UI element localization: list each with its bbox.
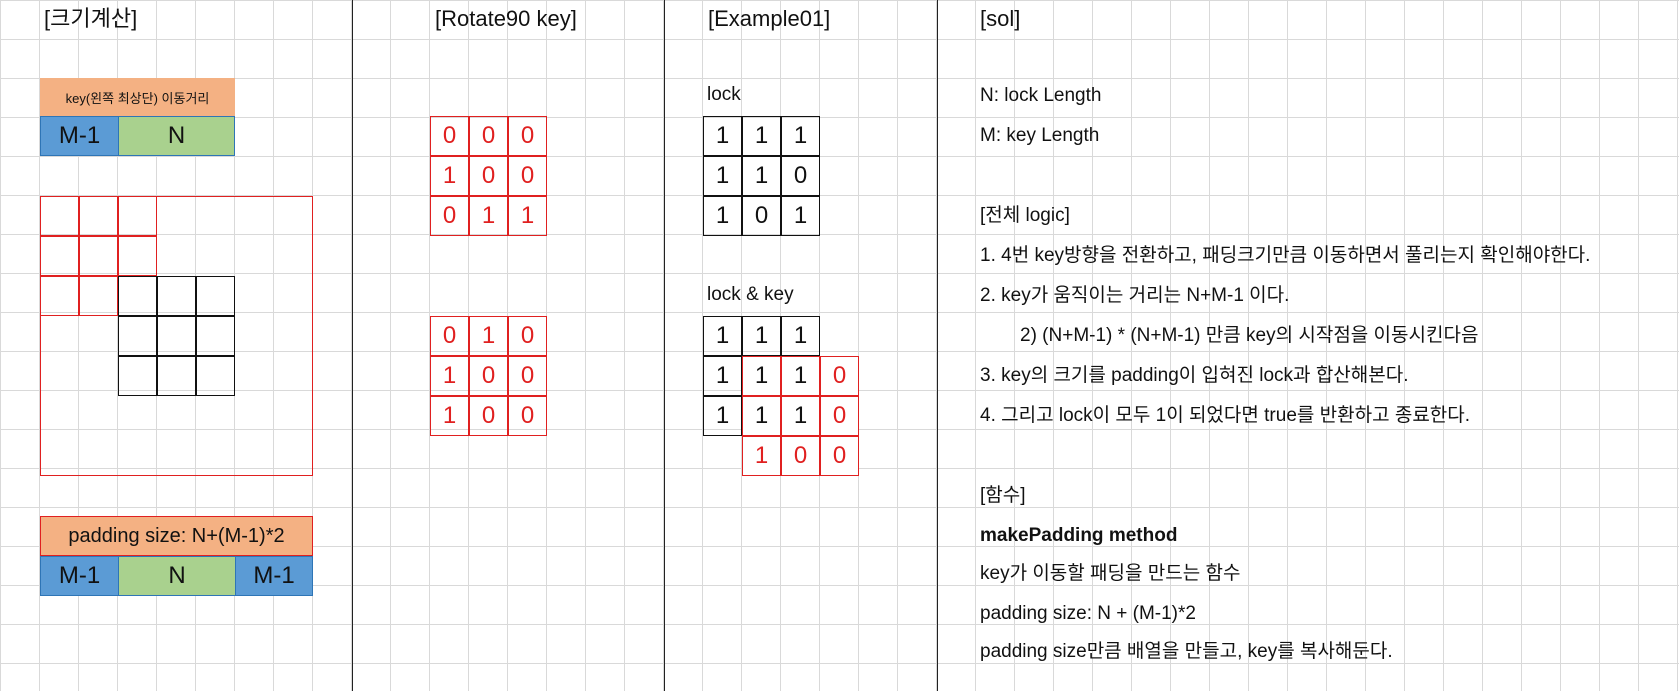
matrix-cell: 0	[469, 396, 508, 436]
rotate-matrix-1: 0 0 0 1 0 0 0 1 1	[430, 116, 547, 236]
matrix-cell: 0	[469, 156, 508, 196]
key-cell	[40, 276, 79, 316]
matrix-cell: 1	[508, 196, 547, 236]
sol-line-n: N: lock Length	[980, 85, 1102, 106]
matrix-cell: 1	[742, 356, 781, 396]
matrix-cell: 0	[820, 356, 859, 396]
lock-cell	[196, 316, 235, 356]
sol-method-name: makePadding method	[980, 525, 1178, 546]
lock-key-label: lock & key	[707, 284, 794, 305]
lock-cell	[118, 356, 157, 396]
key-cell	[40, 196, 79, 236]
lock-cell	[157, 316, 196, 356]
key-cell	[118, 196, 157, 236]
matrix-cell: 0	[430, 196, 469, 236]
matrix-cell: 1	[703, 396, 742, 436]
matrix-cell: 1	[430, 396, 469, 436]
matrix-cell: 1	[781, 116, 820, 156]
matrix-cell: 1	[781, 316, 820, 356]
lock-cell	[157, 276, 196, 316]
bottom-segment-n: N	[119, 556, 235, 596]
lk-key-matrix: 1 1 0 1 1 0 1 0 0	[742, 356, 859, 476]
matrix-cell: 1	[430, 356, 469, 396]
lock-cell	[118, 276, 157, 316]
separator-3	[937, 0, 938, 691]
key-cell	[79, 236, 118, 276]
key-cell	[79, 196, 118, 236]
lock-cell	[118, 316, 157, 356]
matrix-cell: 0	[430, 316, 469, 356]
matrix-cell: 0	[742, 196, 781, 236]
matrix-cell: 0	[508, 316, 547, 356]
header-sol: [sol]	[980, 6, 1021, 31]
lock-label: lock	[707, 84, 741, 105]
matrix-cell: 1	[703, 196, 742, 236]
matrix-cell: 0	[508, 356, 547, 396]
sol-padding-copy: padding size만큼 배열을 만들고, key를 복사해둔다.	[980, 641, 1393, 662]
key-cell	[40, 236, 79, 276]
matrix-cell: 1	[781, 196, 820, 236]
matrix-cell: 0	[820, 396, 859, 436]
lock-cell	[157, 356, 196, 396]
header-size-calc: [크기계산]	[44, 6, 138, 31]
lock-cell	[196, 276, 235, 316]
matrix-cell: 1	[469, 196, 508, 236]
lock-matrix: 1 1 1 1 1 0 1 0 1	[703, 116, 820, 236]
sol-func-header: [함수]	[980, 485, 1026, 506]
matrix-cell: 0	[508, 156, 547, 196]
top-segment-n: N	[119, 116, 235, 156]
bottom-segment-m1-right: M-1	[235, 556, 313, 596]
top-segment-m1: M-1	[40, 116, 119, 156]
matrix-cell: 1	[742, 396, 781, 436]
matrix-cell: 1	[742, 316, 781, 356]
sol-step-2-sub: 2) (N+M-1) * (N+M-1) 만큼 key의 시작점을 이동시킨다음	[1020, 325, 1479, 346]
matrix-cell: 1	[703, 356, 742, 396]
key-move-label-box: key(왼쪽 최상단) 이동거리	[40, 78, 235, 116]
header-example: [Example01]	[708, 6, 831, 31]
lock-cell	[196, 356, 235, 396]
matrix-cell: 1	[781, 396, 820, 436]
sol-logic-header: [전체 logic]	[980, 205, 1070, 226]
matrix-cell: 1	[469, 316, 508, 356]
matrix-cell: 1	[703, 156, 742, 196]
matrix-cell: 0	[430, 116, 469, 156]
sol-line-m: M: key Length	[980, 125, 1100, 146]
lock-grid-outline	[118, 276, 235, 396]
matrix-cell: 0	[781, 436, 820, 476]
matrix-cell: 1	[703, 316, 742, 356]
bottom-segment-m1-left: M-1	[40, 556, 119, 596]
header-rotate: [Rotate90 key]	[435, 6, 577, 31]
matrix-cell: 1	[703, 116, 742, 156]
matrix-cell: 0	[781, 156, 820, 196]
rotate-matrix-2: 0 1 0 1 0 0 1 0 0	[430, 316, 547, 436]
separator-1	[352, 0, 353, 691]
sol-step-1: 1. 4번 key방향을 전환하고, 패딩크기만큼 이동하면서 풀리는지 확인해…	[980, 245, 1591, 266]
matrix-cell: 1	[742, 116, 781, 156]
padding-label-box: padding size: N+(M-1)*2	[40, 516, 313, 556]
matrix-cell: 0	[820, 436, 859, 476]
matrix-cell: 1	[742, 156, 781, 196]
sol-method-desc: key가 이동할 패딩을 만드는 함수	[980, 563, 1241, 584]
sol-step-2: 2. key가 움직이는 거리는 N+M-1 이다.	[980, 285, 1290, 306]
matrix-cell: 1	[430, 156, 469, 196]
sol-step-3: 3. key의 크기를 padding이 입혀진 lock과 합산해본다.	[980, 365, 1409, 386]
matrix-cell: 1	[742, 436, 781, 476]
padding-label: padding size: N+(M-1)*2	[68, 524, 285, 547]
matrix-cell: 0	[508, 396, 547, 436]
sol-padding-size: padding size: N + (M-1)*2	[980, 603, 1196, 624]
separator-2	[664, 0, 665, 691]
key-move-label: key(왼쪽 최상단) 이동거리	[65, 90, 210, 106]
matrix-cell: 0	[508, 116, 547, 156]
matrix-cell: 0	[469, 356, 508, 396]
key-cell	[118, 236, 157, 276]
sol-step-4: 4. 그리고 lock이 모두 1이 되었다면 true를 반환하고 종료한다.	[980, 405, 1471, 426]
matrix-cell: 1	[781, 356, 820, 396]
matrix-cell: 0	[469, 116, 508, 156]
key-cell	[79, 276, 118, 316]
